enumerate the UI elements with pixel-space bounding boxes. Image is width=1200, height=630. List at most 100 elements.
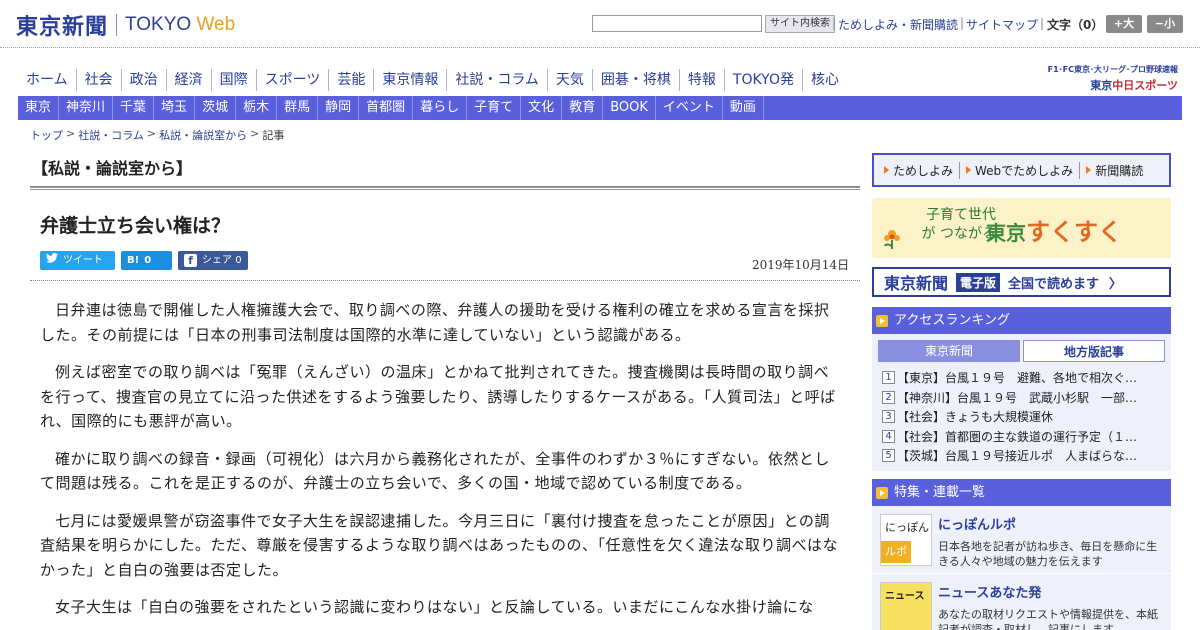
chunichi-sports-banner[interactable]: F1･FC東京･大リーグ･プロ野球速報 東京中日スポーツ xyxy=(1020,64,1178,93)
flower-icon xyxy=(884,230,900,249)
sukusuku-tagline: 子育て世代が つながる xyxy=(921,207,996,242)
main-nav-item[interactable]: TOKYO発 xyxy=(723,69,802,91)
feature-title[interactable]: にっぽんルポ xyxy=(938,514,1163,533)
feature-item-nippon-ruppo[interactable]: にっぽん ルポ にっぽんルポ 日本各地を記者が訪ね歩き、毎日を懸命に生きる人々や… xyxy=(872,506,1171,574)
logo-divider xyxy=(116,14,118,36)
feature-text: にっぽんルポ 日本各地を記者が訪ね歩き、毎日を懸命に生きる人々や地域の魅力を伝え… xyxy=(938,514,1163,573)
article-date: 2019年10月14日 xyxy=(752,258,850,272)
main-nav-item[interactable]: 社会 xyxy=(75,69,121,91)
sidebar-link[interactable]: Webでためしよみ xyxy=(960,161,1081,179)
region-nav-item[interactable]: 埼玉 xyxy=(154,96,196,120)
ranking-item[interactable]: 2 【神奈川】台風１９号 武蔵小杉駅 一部… xyxy=(882,388,1165,408)
sitemap-link[interactable]: サイトマップ xyxy=(966,16,1038,33)
feature-thumbnail: にっぽん ルポ xyxy=(880,514,932,566)
search-input[interactable] xyxy=(592,15,762,32)
trial-subscribe-link[interactable]: ためしよみ・新聞購読 xyxy=(838,16,958,33)
digital-edition-banner[interactable]: 東京新聞 電子版 全国で読めます 〉 xyxy=(872,267,1171,297)
facebook-share-button[interactable]: f シェア 0 xyxy=(178,251,248,270)
region-nav-item[interactable]: 暮らし xyxy=(413,96,468,120)
article-paragraph: 七月には愛媛県警が窃盗事件で女子大生を誤認逮捕した。今月三日に「裏付け捜査を怠っ… xyxy=(40,511,839,579)
ranking-header: アクセスランキング xyxy=(872,307,1171,334)
breadcrumb-link[interactable]: 社説・コラム xyxy=(78,127,144,143)
region-nav-item[interactable]: 栃木 xyxy=(236,96,278,120)
main-nav-item[interactable]: 社説・コラム xyxy=(446,69,547,91)
region-nav-item[interactable]: 神奈川 xyxy=(59,96,114,120)
thumb-text: ニュース xyxy=(885,591,925,602)
main-nav-item[interactable]: 国際 xyxy=(210,69,256,91)
hatena-bookmark-button[interactable]: B! 0 xyxy=(121,251,172,270)
font-size-label: 文字（0） xyxy=(1047,18,1104,32)
logo-en-main: TOKYO xyxy=(125,14,192,35)
sidebar-link[interactable]: ためしよみ xyxy=(878,161,961,179)
header-separator: | xyxy=(960,16,965,30)
breadcrumb-link[interactable]: 私説・論説室から xyxy=(159,127,247,143)
font-size-up-button[interactable]: +大 xyxy=(1106,15,1142,33)
tab-local-edition[interactable]: 地方版記事 xyxy=(1023,340,1165,362)
header-separator: | xyxy=(832,16,837,30)
main-nav-item[interactable]: 東京情報 xyxy=(373,69,446,91)
tab-tokyo-shimbun[interactable]: 東京新聞 xyxy=(878,340,1020,362)
ranking-item[interactable]: 3 【社会】きょうも大規模運休 xyxy=(882,407,1165,427)
section-divider xyxy=(30,186,860,190)
region-nav-item[interactable]: 静岡 xyxy=(318,96,360,120)
region-nav-item[interactable]: 茨城 xyxy=(195,96,237,120)
region-nav-item[interactable]: 動画 xyxy=(723,96,764,120)
ranking-list: 1 【東京】台風１９号 避難、各地で相次ぐ… 2 【神奈川】台風１９号 武蔵小杉駅 一… xyxy=(872,362,1171,466)
rank-headline: 【茨城】台風１９号接近ルポ 人まばらな… xyxy=(897,449,1138,464)
feature-title[interactable]: ニュースあなた発 xyxy=(938,582,1163,601)
ranking-item[interactable]: 4 【社会】首都圏の主な鉄道の運行予定（１… xyxy=(882,427,1165,447)
tokyo-sukusuku-banner[interactable]: 子育て世代が つながる 東京すくすく xyxy=(872,198,1171,258)
main-nav-item[interactable]: 経済 xyxy=(165,69,211,91)
site-search-button[interactable]: サイト内検索 xyxy=(765,15,835,33)
region-nav-item[interactable]: 子育て xyxy=(467,96,522,120)
region-nav-item[interactable]: 東京 xyxy=(18,96,60,120)
logo-en-accent: Web xyxy=(196,14,236,35)
article-divider xyxy=(30,280,860,281)
facebook-icon: f xyxy=(184,254,197,267)
site-logo[interactable]: 東京新聞 TOKYO Web xyxy=(16,9,235,41)
thumb-text: ルポ xyxy=(881,541,911,563)
sidebar-link[interactable]: 新聞購読 xyxy=(1080,162,1149,179)
region-nav-item[interactable]: 千葉 xyxy=(113,96,155,120)
feature-text: ニュースあなた発 あなたの取材リクエストや情報提供を、本紙記者が調査・取材し、記… xyxy=(938,582,1163,630)
feature-item-news-anata[interactable]: ニュース ニュースあなた発 あなたの取材リクエストや情報提供を、本紙記者が調査・… xyxy=(872,574,1171,630)
article-title: 弁護士立ち会い権は？ xyxy=(40,215,231,237)
feature-desc: あなたの取材リクエストや情報提供を、本紙記者が調査・取材し、記事にします xyxy=(938,608,1158,630)
rank-number: 3 xyxy=(882,410,895,424)
region-nav-item[interactable]: イベント xyxy=(656,96,723,120)
hatena-count: 0 xyxy=(144,255,152,266)
main-nav-item[interactable]: 政治 xyxy=(120,69,166,91)
main-nav-item[interactable]: ホーム xyxy=(18,69,76,91)
breadcrumb-current: 記事 xyxy=(262,129,285,142)
tweet-label: ツイート xyxy=(63,255,103,266)
font-size-down-button[interactable]: −小 xyxy=(1147,15,1183,33)
main-nav-item[interactable]: 天気 xyxy=(546,69,592,91)
region-nav-item[interactable]: 首都圏 xyxy=(359,96,414,120)
site-header: 東京新聞 TOKYO Web サイト内検索 | ためしよみ・新聞購読 | サイト… xyxy=(0,0,1200,48)
article-paragraph: 日弁連は徳島で開催した人権擁護大会で、取り調べの際、弁護人の援助を受ける権利の確… xyxy=(40,301,830,344)
rank-number: 2 xyxy=(882,390,895,404)
main-nav-item[interactable]: 核心 xyxy=(801,69,847,91)
logo-tokyo-shimbun[interactable]: 東京新聞 xyxy=(16,9,108,41)
region-nav-item[interactable]: 教育 xyxy=(562,96,604,120)
ranking-item[interactable]: 1 【東京】台風１９号 避難、各地で相次ぐ… xyxy=(882,368,1165,388)
rank-headline: 【神奈川】台風１９号 武蔵小杉駅 一部… xyxy=(897,390,1138,405)
breadcrumb-link[interactable]: トップ xyxy=(30,127,63,143)
rank-number: 1 xyxy=(882,371,895,385)
main-nav-item[interactable]: 特報 xyxy=(678,69,724,91)
ranking-item[interactable]: 5 【茨城】台風１９号接近ルポ 人まばらな… xyxy=(882,446,1165,466)
region-nav-item[interactable]: BOOK xyxy=(603,96,656,120)
main-nav-item[interactable]: 芸能 xyxy=(328,69,373,91)
twitter-icon xyxy=(46,251,58,270)
region-nav-item[interactable]: 文化 xyxy=(521,96,563,120)
main-nav-item[interactable]: 囲碁・将棋 xyxy=(591,69,679,91)
main-nav-item[interactable]: スポーツ xyxy=(255,69,329,91)
features-box: 特集・連載一覧 にっぽん ルポ にっぽんルポ 日本各地を記者が訪ね歩き、毎日を懸… xyxy=(872,479,1171,630)
region-nav-item[interactable]: 群馬 xyxy=(277,96,319,120)
tweet-button[interactable]: ツイート xyxy=(40,251,115,270)
arrow-right-icon xyxy=(876,314,888,327)
breadcrumb: トップ > 社説・コラム > 私説・論説室から > 記事 xyxy=(30,127,284,143)
logo-tokyo-web[interactable]: TOKYO Web xyxy=(125,14,235,36)
rank-number: 4 xyxy=(882,429,895,443)
access-ranking-box: アクセスランキング 東京新聞 地方版記事 1 【東京】台風１９号 避難、各地で相次… xyxy=(872,307,1171,471)
